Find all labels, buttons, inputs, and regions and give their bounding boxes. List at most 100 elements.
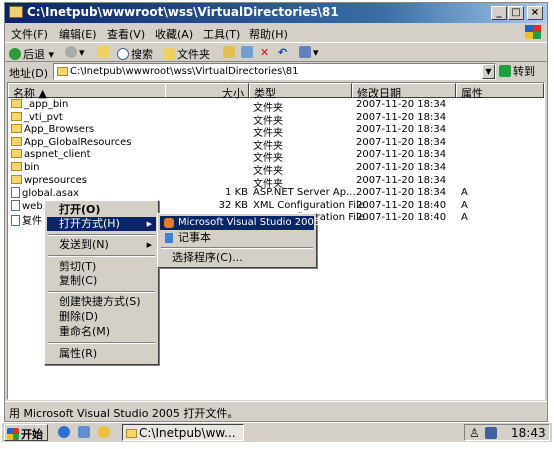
file-attributes: A (461, 187, 468, 199)
close-button[interactable]: × (527, 6, 543, 20)
folder-icon (11, 124, 22, 134)
submenu-choose-program[interactable]: 选择程序(C)... (160, 251, 314, 265)
file-name-text: global.asax (22, 188, 80, 200)
tray-network-icon[interactable] (485, 427, 497, 439)
address-input[interactable]: C:\Inetpub\wwwroot\wss\VirtualDirectorie… (53, 63, 496, 80)
context-menu: 打开(O) 打开方式(H) ▶ 发送到(N) ▶ 剪切(T) 复制(C) 创建快捷方… (44, 200, 159, 365)
file-row[interactable]: wpresources 文件夹 2007-11-20 18:34 (8, 174, 538, 190)
toolbar: 后退 ▾ ▾ 搜索 文件夹 ✕ ↶ ▾ (5, 42, 547, 62)
quicklaunch-outlook-icon[interactable] (98, 426, 112, 439)
go-label: 转到 (513, 65, 535, 78)
address-bar: 地址(D) C:\Inetpub\wwwroot\wss\VirtualDire… (5, 62, 547, 82)
file-modified: 2007-11-20 18:34 (356, 174, 447, 186)
folders-button[interactable]: 文件夹 (163, 46, 210, 62)
file-attributes: A (461, 212, 468, 224)
up-button[interactable] (97, 46, 111, 59)
file-size: 32 KB (218, 199, 248, 211)
file-name-text: _app_bin (24, 99, 69, 110)
file-name-text: 复件 (22, 216, 42, 228)
menu-bar: 文件(F) 编辑(E) 查看(V) 收藏(A) 工具(T) 帮助(H) (5, 24, 547, 41)
ctx-copy[interactable]: 复制(C) (47, 274, 156, 288)
address-label: 地址(D) (9, 67, 49, 80)
copy-to-button[interactable] (241, 46, 255, 59)
search-button[interactable]: 搜索 (117, 46, 153, 62)
file-name-text: bin (24, 162, 40, 173)
forward-button[interactable]: ▾ (65, 46, 85, 59)
ctx-properties[interactable]: 属性(R) (47, 347, 156, 361)
menu-view[interactable]: 查看(V) (107, 26, 145, 42)
folder-icon (11, 136, 22, 146)
taskbar-explorer-label: C:\Inetpub\ww... (139, 426, 236, 440)
file-row[interactable]: global.asax 1 KB ASP.NET Server Ap... 2007-… (8, 187, 538, 200)
menu-tools[interactable]: 工具(T) (203, 26, 240, 42)
address-folder-icon (57, 67, 68, 76)
file-modified: 2007-11-20 18:34 (356, 124, 447, 136)
undo-icon: ↶ (278, 46, 288, 59)
folder-icon (11, 99, 22, 108)
ctx-send-to-label: 发送到(N) (59, 238, 109, 251)
delete-button[interactable]: ✕ (260, 46, 269, 59)
ctx-create-shortcut[interactable]: 创建快捷方式(S) (47, 295, 156, 309)
up-folder-icon (97, 46, 109, 58)
file-row[interactable]: App_GlobalResources 文件夹 2007-11-20 18:34 (8, 136, 538, 152)
ctx-open[interactable]: 打开(O) (47, 203, 156, 217)
address-dropdown-button[interactable]: ▼ (482, 64, 495, 79)
file-modified: 2007-11-20 18:34 (356, 162, 447, 173)
visual-studio-icon (164, 218, 174, 228)
column-attributes[interactable]: 属性 (456, 83, 544, 100)
folder-icon (11, 162, 22, 171)
views-icon (299, 46, 311, 58)
column-type[interactable]: 类型 (249, 83, 352, 100)
move-to-button[interactable] (223, 46, 237, 59)
clock: 18:43 (511, 426, 546, 440)
file-name: wpresources (11, 174, 87, 186)
column-size[interactable]: 大小 (165, 83, 249, 100)
taskbar: 开始 C:\Inetpub\ww... ♙ 18:43 (2, 422, 552, 442)
file-modified: 2007-11-20 18:34 (356, 187, 447, 199)
file-row[interactable]: bin 文件夹 2007-11-20 18:34 (8, 162, 538, 177)
taskbar-explorer-item[interactable]: C:\Inetpub\ww... (122, 424, 244, 441)
title-bar[interactable]: C:\Inetpub\wwwroot\wss\VirtualDirectorie… (5, 3, 547, 23)
separator (48, 255, 155, 257)
file-name: 复件 (11, 212, 42, 227)
folders-label: 文件夹 (177, 48, 210, 61)
file-name: global.asax (11, 187, 79, 199)
minimize-button[interactable]: _ (491, 6, 507, 20)
column-modified[interactable]: 修改日期 (352, 83, 456, 100)
file-name: App_GlobalResources (11, 136, 132, 148)
windows-logo-icon (525, 25, 541, 39)
start-button[interactable]: 开始 (4, 424, 48, 441)
file-type: XML Configuration File (253, 199, 365, 211)
separator (48, 234, 155, 236)
file-row[interactable]: _vti_pvt 文件夹 2007-11-20 18:34 (8, 111, 538, 127)
file-row[interactable]: _app_bin 文件夹 2007-11-20 18:34 (8, 99, 538, 114)
ctx-send-to[interactable]: 发送到(N) ▶ (47, 238, 156, 252)
maximize-button[interactable]: □ (508, 6, 524, 20)
system-tray: ♙ 18:43 (464, 424, 550, 441)
submenu-visual-studio[interactable]: Microsoft Visual Studio 2005 (160, 216, 320, 230)
folder-icon (11, 174, 22, 184)
ctx-open-with[interactable]: 打开方式(H) ▶ (47, 217, 156, 231)
go-button[interactable]: 转到 (499, 63, 535, 79)
submenu-notepad[interactable]: 记事本 (160, 231, 314, 245)
ctx-rename[interactable]: 重命名(M) (47, 325, 156, 339)
quicklaunch-ie-icon[interactable] (58, 426, 72, 439)
menu-edit[interactable]: 编辑(E) (59, 26, 97, 42)
ctx-delete[interactable]: 删除(D) (47, 310, 156, 324)
back-button[interactable]: 后退 ▾ (9, 46, 54, 62)
file-row[interactable]: App_Browsers 文件夹 2007-11-20 18:34 (8, 124, 538, 139)
file-row[interactable]: aspnet_client 文件夹 2007-11-20 18:34 (8, 149, 538, 164)
address-value: C:\Inetpub\wwwroot\wss\VirtualDirectorie… (70, 66, 299, 77)
undo-button[interactable]: ↶ (278, 46, 287, 59)
ctx-cut[interactable]: 剪切(T) (47, 260, 156, 274)
menu-favorites[interactable]: 收藏(A) (155, 26, 193, 42)
file-icon (11, 187, 20, 199)
quicklaunch-explorer-icon[interactable] (78, 426, 92, 439)
file-modified: 2007-11-20 18:34 (356, 136, 447, 148)
views-button[interactable]: ▾ (299, 46, 319, 59)
tray-user-icon[interactable]: ♙ (469, 426, 480, 440)
menu-help[interactable]: 帮助(H) (249, 26, 288, 42)
submenu-notepad-label: 记事本 (178, 231, 211, 244)
menu-file[interactable]: 文件(F) (11, 26, 48, 42)
file-name-text: App_Browsers (24, 124, 95, 136)
